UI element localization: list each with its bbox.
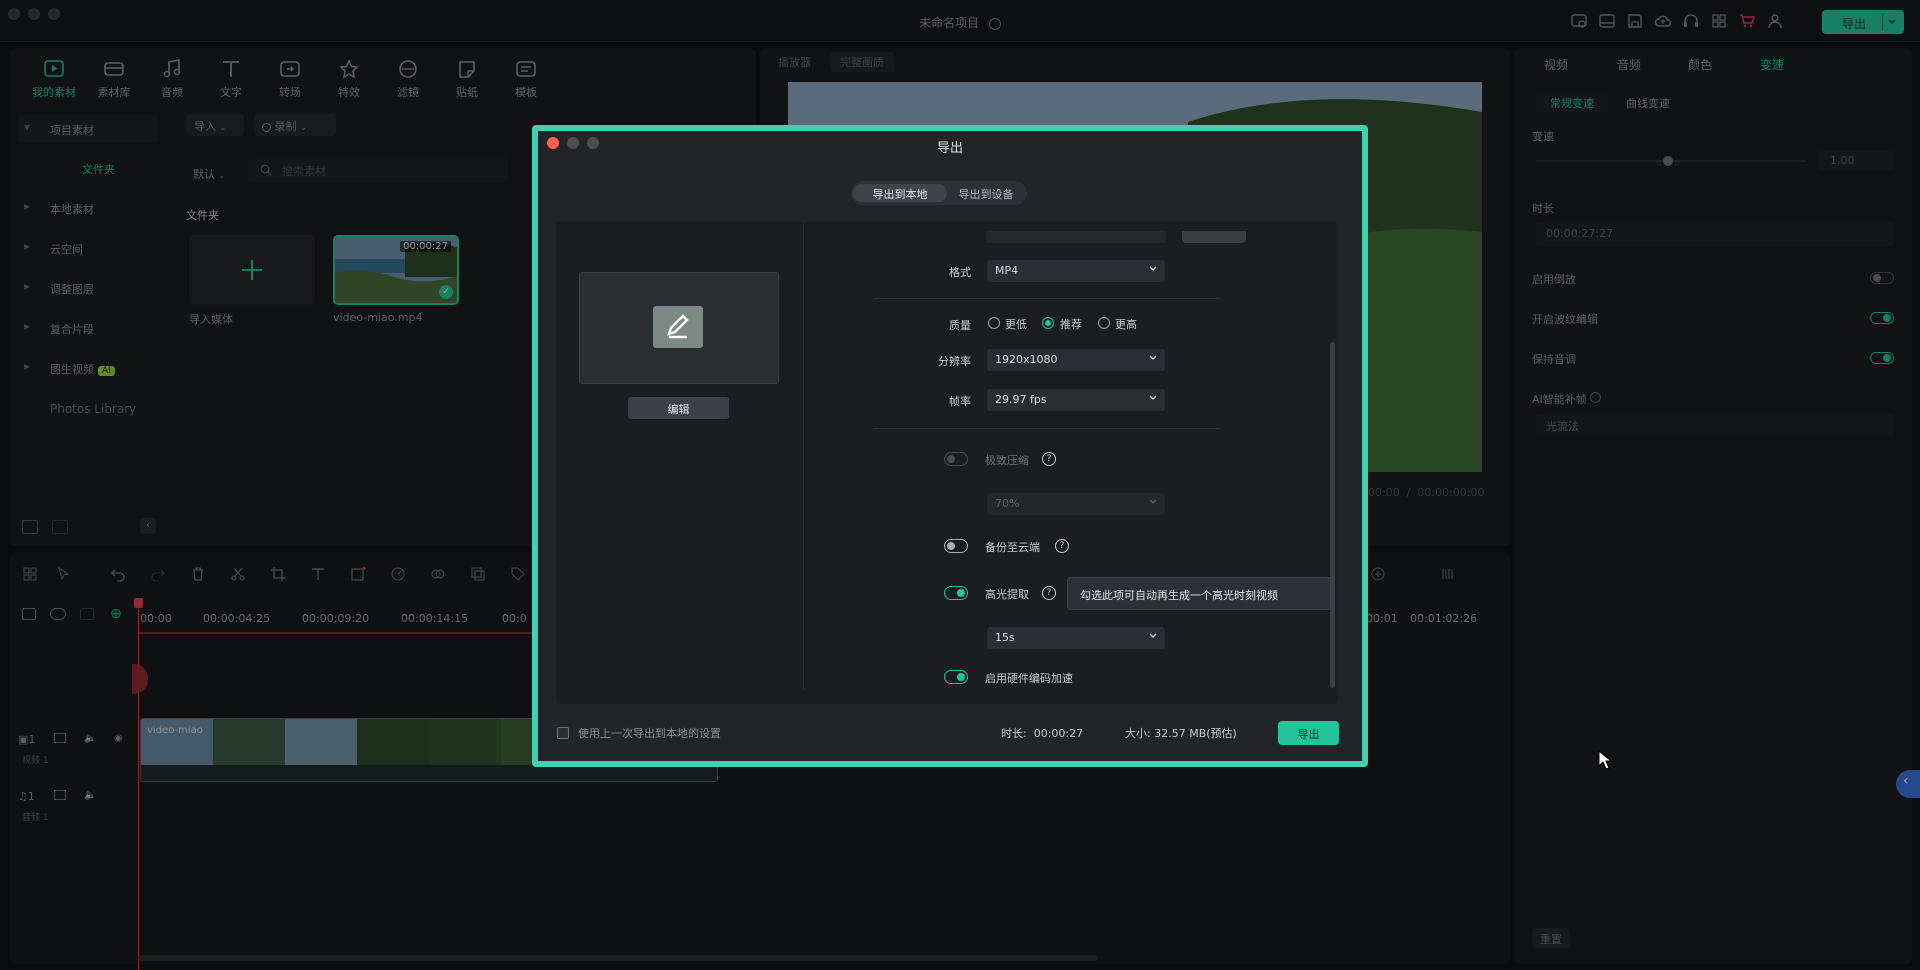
mouse-cursor-icon (1598, 750, 1612, 770)
use-last-settings-label: 使用上一次导出到本地的设置 (578, 727, 721, 740)
use-last-settings-checkbox[interactable] (557, 727, 569, 739)
resolution-value: 1920x1080 (995, 353, 1058, 366)
format-value: MP4 (995, 264, 1019, 277)
quality-lower-radio[interactable] (988, 317, 1000, 329)
resolution-label: 分辨率 (938, 355, 971, 368)
framerate-select[interactable]: 29.97 fps (987, 389, 1165, 411)
duration-value: 00:00:27 (1033, 727, 1084, 740)
dialog-title: 导出 (936, 141, 963, 156)
size-label: 大小: (1125, 727, 1151, 740)
chevron-down-icon (1149, 355, 1157, 360)
export-target-tabs: 导出到本地 导出到设备 (851, 181, 1027, 205)
compress-select[interactable]: 70% (987, 493, 1165, 515)
separator (874, 428, 1220, 429)
highlight-toggle[interactable] (944, 586, 968, 600)
dialog-divider (803, 222, 804, 690)
format-label: 格式 (949, 266, 971, 279)
quality-recommended-radio[interactable] (1042, 317, 1054, 329)
chevron-down-icon (1149, 633, 1157, 638)
quality-label: 质量 (949, 319, 971, 332)
format-select[interactable]: MP4 (987, 260, 1165, 282)
quality-higher-label: 更高 (1115, 318, 1137, 331)
compress-value: 70% (995, 497, 1020, 510)
scrolled-button-edge (1182, 231, 1246, 243)
separator (874, 298, 1220, 299)
cloud-backup-label: 备份至云端 (985, 541, 1040, 554)
compress-label: 极致压缩 (985, 454, 1029, 467)
framerate-label: 帧率 (949, 395, 971, 408)
help-icon[interactable]: ? (1042, 452, 1056, 466)
highlight-tooltip: 勾选此项可自动再生成一个高光时刻视频 (1067, 577, 1333, 610)
export-button[interactable]: 导出 (1278, 721, 1339, 745)
chevron-down-icon (1149, 395, 1157, 400)
size-value: 32.57 MB(预估) (1154, 727, 1237, 740)
help-icon[interactable]: ? (1042, 586, 1056, 600)
quality-higher-radio[interactable] (1098, 317, 1110, 329)
tab-export-local[interactable]: 导出到本地 (853, 184, 947, 202)
highlight-duration-value: 15s (995, 631, 1015, 644)
edit-cover-button[interactable]: 编辑 (628, 397, 729, 419)
export-size: 大小: 32.57 MB(预估) (1125, 725, 1237, 741)
tab-export-device[interactable]: 导出到设备 (947, 184, 1025, 202)
resolution-select[interactable]: 1920x1080 (987, 349, 1165, 371)
compress-toggle[interactable] (944, 452, 968, 466)
quality-recommended-label: 推荐 (1060, 318, 1082, 331)
highlight-label: 高光提取 (985, 588, 1029, 601)
edit-pencil-icon (653, 306, 703, 348)
export-thumbnail (579, 272, 779, 384)
framerate-value: 29.97 fps (995, 393, 1047, 406)
settings-scrollbar[interactable] (1330, 342, 1335, 688)
hardware-accel-toggle[interactable] (944, 670, 968, 684)
scrolled-select-edge (986, 231, 1166, 243)
chevron-down-icon (1149, 266, 1157, 271)
duration-label: 时长: (1001, 727, 1027, 740)
chevron-down-icon (1149, 499, 1157, 504)
cloud-backup-toggle[interactable] (944, 539, 968, 553)
highlight-duration-select[interactable]: 15s (987, 627, 1165, 649)
quality-lower-label: 更低 (1005, 318, 1027, 331)
help-icon[interactable]: ? (1055, 539, 1069, 553)
hardware-accel-label: 启用硬件编码加速 (985, 672, 1073, 685)
export-duration: 时长: 00:00:27 (1001, 725, 1083, 741)
